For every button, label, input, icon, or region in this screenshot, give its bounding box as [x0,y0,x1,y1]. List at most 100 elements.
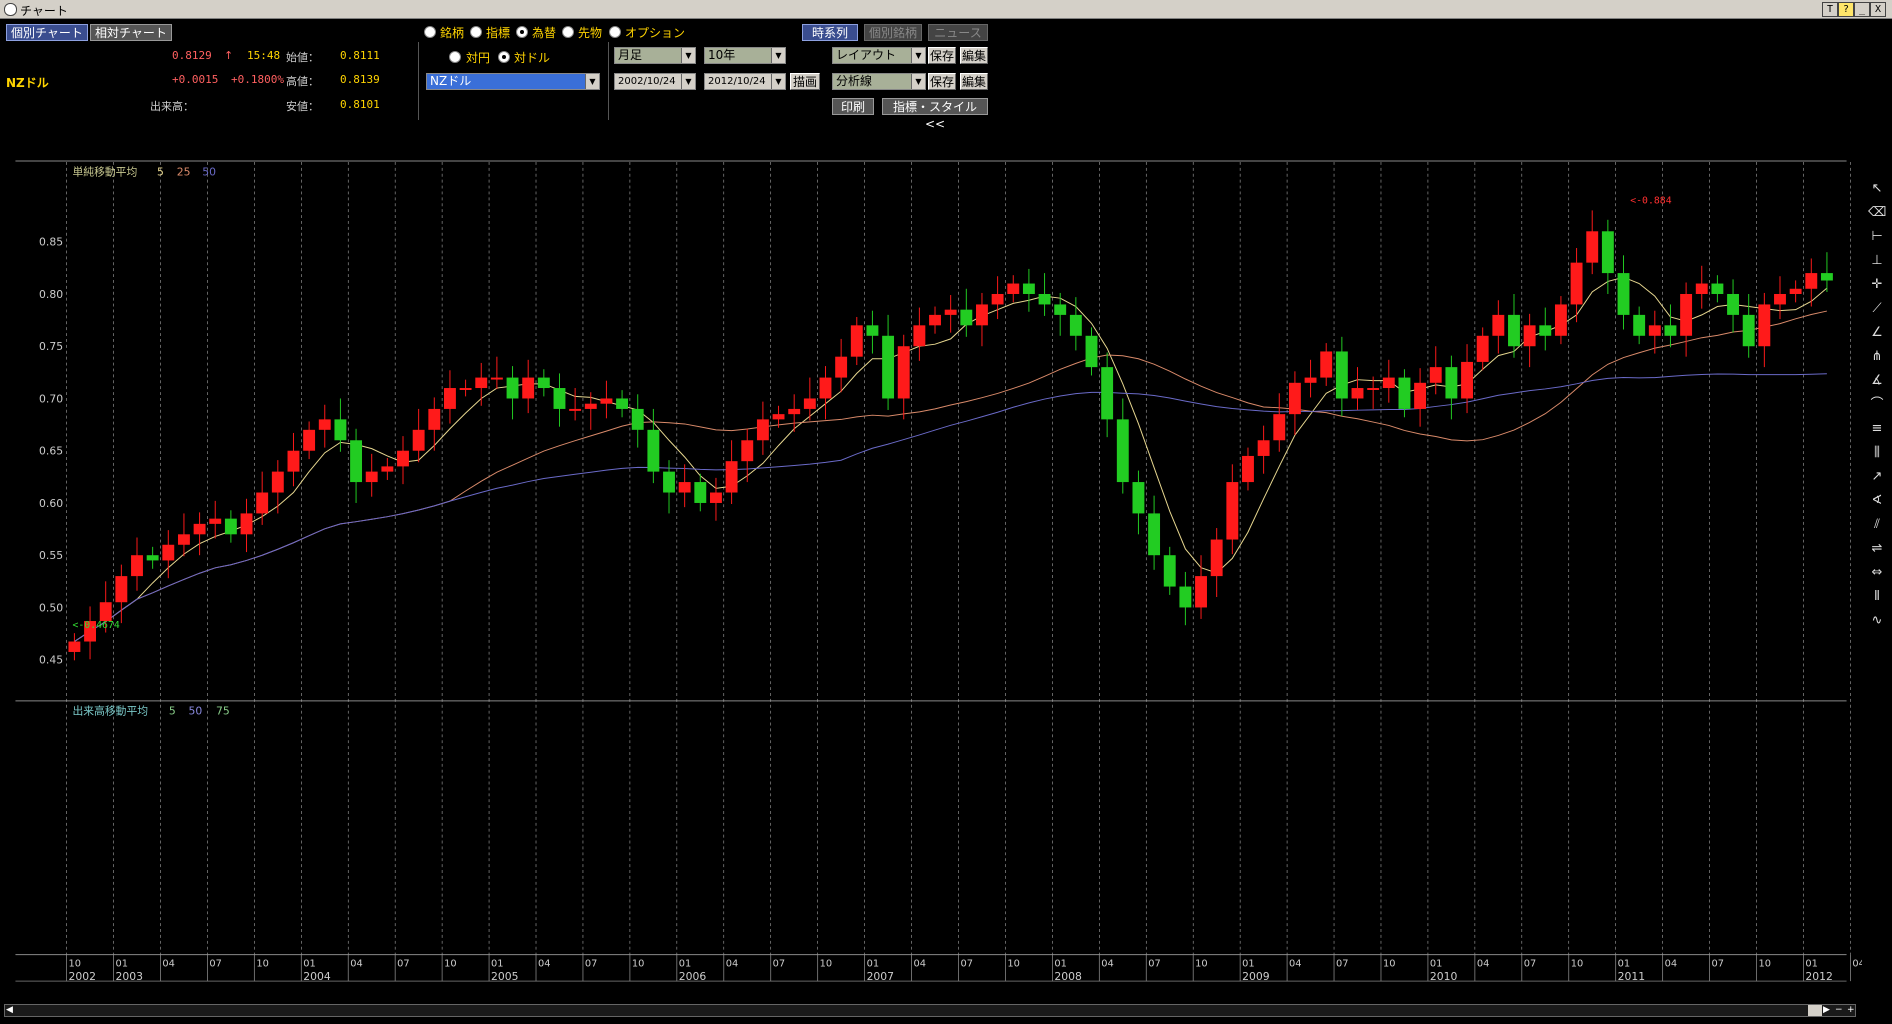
fan-icon[interactable]: ⋔ [1868,348,1886,366]
chevron-down-icon: ▼ [911,74,925,89]
radio-options[interactable] [609,26,621,38]
candle-body [1476,335,1489,362]
close-button[interactable]: X [1870,2,1886,17]
price-change-pct: +0.1800% [231,73,284,86]
candle-body [1633,314,1646,336]
price-chart[interactable]: 0.45 0.50 0.55 0.60 0.65 0.70 0.75 0.80 0.85 10 0… [0,160,1862,990]
candle-body [443,388,456,409]
currency-select[interactable]: NZドル ▼ [426,73,600,90]
low-label: 安値： [286,100,319,113]
vertical-line-icon[interactable]: ⊥ [1868,252,1886,270]
news-button[interactable]: ニュース [928,24,988,41]
gann-icon[interactable]: ∢ [1868,492,1886,510]
radio-stock[interactable] [424,26,436,38]
minimize-button[interactable]: _ [1854,2,1870,17]
cycle-icon[interactable]: ⦀ [1868,588,1886,606]
open-value: 0.8111 [340,49,380,62]
horizontal-line-icon[interactable]: ⊢ [1868,228,1886,246]
layout-select[interactable]: レイアウト ▼ [832,47,926,64]
candle-body [1695,283,1708,294]
individual-issue-button[interactable]: 個別銘柄 [864,24,922,41]
angle-line-icon[interactable]: ∠ [1868,324,1886,342]
x-tick-label: 04 [1665,958,1678,969]
wave-icon[interactable]: ∿ [1868,612,1886,630]
x-year-label: 2008 [1054,970,1082,983]
chevron-down-icon: ▼ [911,48,925,63]
y-tick-label: 0.45 [39,654,63,667]
layout-edit-button[interactable]: 編集 [960,47,988,64]
legend-ma50: 50 [202,166,216,179]
candle-body [788,408,801,415]
date-from-input[interactable]: 2002/10/24 ▼ [614,73,696,90]
window-titlebar: チャート T ? _ X [0,0,1892,19]
candle-body [1163,555,1176,587]
ray-icon[interactable]: ↗ [1868,468,1886,486]
price-legend-title: 単純移動平均 [72,165,137,179]
layout-save-button[interactable]: 保存 [928,47,956,64]
parallel-icon[interactable]: ⇌ [1868,540,1886,558]
candle-body [960,309,973,326]
tab-relative-chart[interactable]: 相対チャート [90,24,172,41]
x-tick-label: 01 [303,958,316,969]
candle-body [146,555,159,561]
x-tick-label: 04 [914,958,927,969]
analysis-save-button[interactable]: 保存 [928,73,956,90]
zoom-in-icon[interactable]: + [1847,1005,1855,1015]
period-select[interactable]: 月足 ▼ [614,47,696,64]
analysis-edit-button[interactable]: 編集 [960,73,988,90]
print-button[interactable]: 印刷 [832,98,874,115]
crosshair-icon[interactable]: ✛ [1868,276,1886,294]
x-year-label: 2007 [867,970,894,983]
tab-individual-chart[interactable]: 個別チャート [6,24,88,41]
retracement-icon[interactable]: ≡ [1868,420,1886,438]
x-tick-label: 10 [256,958,269,969]
candle-body [99,602,112,622]
candle-body [1445,367,1458,399]
horizontal-scrollbar[interactable]: ◀ ▶ − + [4,1004,1856,1017]
arc-icon[interactable]: ⌒ [1868,396,1886,414]
timeseries-button[interactable]: 時系列 [802,24,858,41]
trendline-icon[interactable]: ⟋ [1868,300,1886,318]
high-label: 高値： [286,75,319,88]
x-tick-label: 04 [350,958,363,969]
instrument-name: NZドル [6,76,49,90]
zoom-out-icon[interactable]: − [1835,1005,1843,1015]
scroll-thumb[interactable] [1808,1005,1822,1016]
analysis-select-value: 分析線 [836,74,873,88]
chevron-down-icon: ▼ [771,48,785,63]
candle-body [459,388,472,390]
candle-body [224,518,237,535]
fibonacci-fan-icon[interactable]: ∡ [1868,372,1886,390]
x-tick-label: 04 [1101,958,1114,969]
candle-body [1335,351,1348,399]
x-tick-label: 01 [1430,958,1443,969]
time-zone-icon[interactable]: ⫼ [1868,444,1886,462]
candle-body [1523,325,1536,347]
pin-button[interactable]: T [1822,2,1838,17]
legend-ma5: 5 [157,166,164,179]
analysis-select[interactable]: 分析線 ▼ [832,73,926,90]
help-button[interactable]: ? [1838,2,1854,17]
draw-button[interactable]: 描画 [790,73,820,90]
x-tick-label: 01 [1618,958,1631,969]
range-icon[interactable]: ⇔ [1868,564,1886,582]
date-to-input[interactable]: 2012/10/24 ▼ [704,73,786,90]
candle-body [397,450,409,467]
radio-vs-dollar[interactable] [498,51,510,63]
scroll-right-icon[interactable]: ▶ [1823,1005,1830,1015]
indicator-style-button[interactable]: 指標・スタイル<< [882,98,988,131]
span-select[interactable]: 10年 ▼ [704,47,786,64]
candle-body [819,377,832,399]
volume-legend-5: 5 [169,705,176,718]
radio-vs-yen[interactable] [449,51,461,63]
x-tick-label: 10 [1571,958,1584,969]
radio-fx[interactable] [516,26,528,38]
radio-index[interactable] [470,26,482,38]
candle-body [1820,273,1833,281]
channel-icon[interactable]: ⫽ [1868,516,1886,534]
candle-body [694,482,707,503]
radio-futures[interactable] [562,26,574,38]
cursor-icon[interactable]: ↖ [1868,180,1886,198]
eraser-icon[interactable]: ⌫ [1868,204,1886,222]
scroll-left-icon[interactable]: ◀ [6,1005,13,1015]
